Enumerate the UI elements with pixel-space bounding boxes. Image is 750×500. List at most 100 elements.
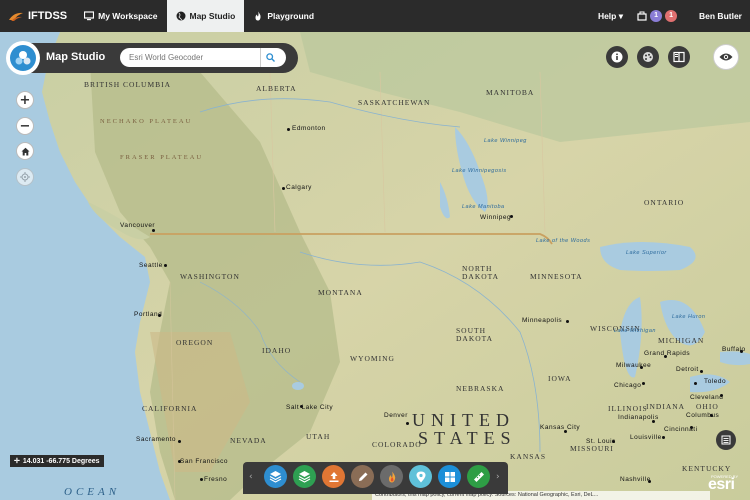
city-dot: [406, 422, 409, 425]
label-alberta: ALBERTA: [256, 84, 297, 93]
tab-my-workspace[interactable]: My Workspace: [75, 0, 166, 32]
brand[interactable]: IFTDSS: [0, 0, 75, 32]
city-dot: [282, 187, 285, 190]
label-edmonton: Edmonton: [292, 125, 326, 132]
fire-tools-button[interactable]: [380, 465, 403, 488]
locate-button[interactable]: [16, 168, 34, 186]
notifications[interactable]: 1 1: [633, 10, 687, 22]
label-buffalo: Buffalo: [722, 346, 746, 353]
label-lake-winnipeg: Lake Winnipeg: [484, 138, 527, 144]
label-minneapolis: Minneapolis: [522, 317, 563, 324]
label-calgary: Calgary: [286, 184, 312, 191]
help-label: Help: [597, 10, 617, 21]
brand-label: IFTDSS: [28, 10, 68, 22]
tab-playground[interactable]: Playground: [244, 0, 323, 32]
search-input[interactable]: [120, 53, 260, 62]
city-dot: [566, 320, 569, 323]
split-view-button[interactable]: [668, 46, 690, 68]
marker-button[interactable]: [409, 465, 432, 488]
city-dot: [642, 382, 645, 385]
label-idaho: IDAHO: [262, 346, 292, 355]
search-button[interactable]: [260, 48, 280, 67]
grid-button[interactable]: [438, 465, 461, 488]
label-nechako-plateau: NECHAKO PLATEAU: [100, 118, 193, 125]
tab-map-studio[interactable]: Map Studio: [166, 0, 245, 32]
city-dot: [200, 478, 203, 481]
caret-down-icon: ▾: [618, 10, 624, 21]
fire-icon: [388, 471, 395, 482]
label-utah: UTAH: [306, 432, 331, 441]
tab-map-studio-label: Map Studio: [189, 11, 236, 21]
top-nav: IFTDSS My Workspace Map Studio Playgroun…: [0, 0, 750, 32]
notification-badge: 1: [650, 10, 663, 22]
user-menu[interactable]: Ben Butler: [687, 11, 750, 21]
palette-icon: [643, 52, 653, 62]
label-south-dakota-2: DAKOTA: [456, 334, 494, 343]
upload-icon: [329, 471, 338, 482]
label-illinois: ILLINOIS: [608, 404, 648, 413]
label-cincinnati: Cincinnati: [664, 426, 698, 433]
label-nashville: Nashville: [620, 476, 651, 483]
label-indiana: INDIANA: [646, 402, 686, 411]
layers-button[interactable]: [264, 465, 287, 488]
legend-button[interactable]: [716, 430, 736, 450]
label-kentucky: KENTUCKY: [682, 464, 732, 473]
visibility-toggle-button[interactable]: [713, 44, 739, 70]
zoom-in-button[interactable]: +: [16, 91, 34, 109]
home-button[interactable]: [16, 142, 34, 160]
search-icon: [266, 53, 275, 62]
label-portland: Portland: [134, 311, 163, 318]
label-north-dakota-2: DAKOTA: [462, 272, 500, 281]
info-button[interactable]: [606, 46, 628, 68]
label-fraser-plateau: FRASER PLATEAU: [120, 154, 204, 161]
monitor-icon: [84, 11, 95, 21]
city-dot: [164, 264, 167, 267]
label-nevada: NEVADA: [230, 436, 267, 445]
label-seattle: Seattle: [139, 262, 163, 269]
city-dot: [152, 229, 155, 232]
split-panel-icon: [673, 51, 685, 63]
layers-icon: [269, 471, 282, 483]
label-san-francisco: San Francisco: [180, 458, 229, 465]
map-canvas[interactable]: BRITISH COLUMBIA NECHAKO PLATEAU FRASER …: [0, 32, 750, 500]
ruler-icon: [473, 471, 484, 482]
coordinates-readout: ✛ 14.031 -66.775 Degrees: [10, 455, 104, 467]
map-studio-icon: [15, 51, 31, 65]
label-fresno: Fresno: [204, 476, 228, 483]
label-manitoba: MANITOBA: [486, 88, 535, 97]
add-layer-button[interactable]: [293, 465, 316, 488]
page-title: Map Studio: [46, 51, 106, 63]
label-california: CALIFORNIA: [142, 404, 198, 413]
map-studio-logo[interactable]: [6, 41, 40, 75]
label-country-states: STATES: [418, 428, 517, 448]
geocoder-search: [120, 48, 286, 67]
label-missouri: MISSOURI: [570, 444, 614, 453]
label-british-columbia: BRITISH COLUMBIA: [84, 80, 172, 89]
tab-my-workspace-label: My Workspace: [98, 11, 158, 21]
help-menu[interactable]: Help ▾: [588, 11, 633, 22]
chevron-left-icon[interactable]: ‹: [249, 472, 253, 482]
label-vancouver: Vancouver: [120, 222, 156, 229]
label-winnipeg: Winnipeg: [480, 214, 512, 221]
label-salt-lake-city: Salt Lake City: [286, 404, 334, 411]
label-iowa: IOWA: [548, 374, 572, 383]
label-detroit: Detroit: [676, 366, 699, 373]
edit-button[interactable]: [351, 465, 374, 488]
crosshair-small-icon: ✛: [14, 458, 20, 465]
label-minnesota: MINNESOTA: [530, 272, 583, 281]
upload-button[interactable]: [322, 465, 345, 488]
label-chicago: Chicago: [614, 382, 642, 389]
label-oregon: OREGON: [176, 338, 214, 347]
label-lake-michigan: Lake Michigan: [614, 328, 656, 334]
label-indianapolis: Indianapolis: [618, 414, 659, 421]
label-lake-huron: Lake Huron: [672, 314, 706, 320]
city-dot: [700, 370, 703, 373]
chevron-right-icon[interactable]: ›: [496, 472, 500, 482]
list-icon: [721, 435, 731, 445]
measure-button[interactable]: [467, 465, 490, 488]
alert-badge: 1: [665, 10, 678, 22]
label-nebraska: NEBRASKA: [456, 384, 505, 393]
zoom-out-button[interactable]: −: [16, 117, 34, 135]
basemap-gallery-button[interactable]: [637, 46, 659, 68]
label-columbus: Columbus: [686, 412, 720, 419]
